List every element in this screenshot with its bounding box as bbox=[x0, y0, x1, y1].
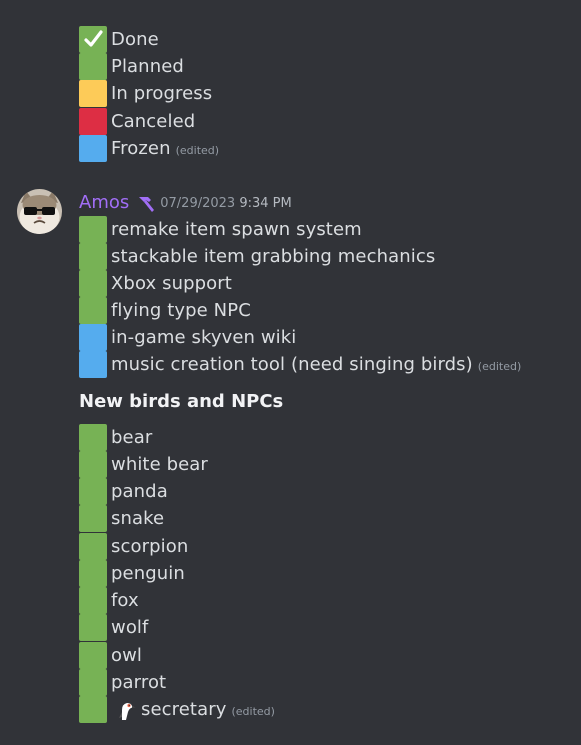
green-square-icon bbox=[79, 26, 107, 53]
green-square-icon bbox=[79, 478, 107, 505]
list-item-label: owl bbox=[111, 645, 143, 666]
blue-square-icon bbox=[79, 135, 107, 162]
avatar[interactable] bbox=[17, 189, 62, 234]
edited-tag: (edited) bbox=[231, 705, 275, 718]
username[interactable]: Amos bbox=[79, 192, 129, 213]
green-square-icon bbox=[79, 560, 107, 587]
list-item-label: panda bbox=[111, 481, 168, 502]
list-item: penguin bbox=[79, 560, 185, 587]
red-square-icon bbox=[79, 108, 107, 135]
green-square-icon bbox=[79, 642, 107, 669]
list-item: remake item spawn system bbox=[79, 216, 362, 243]
hammer-icon[interactable] bbox=[135, 194, 155, 212]
green-square-icon bbox=[79, 669, 107, 696]
list-item-label: white bear bbox=[111, 454, 208, 475]
edited-tag: (edited) bbox=[175, 144, 220, 157]
green-square-icon bbox=[79, 451, 107, 478]
timestamp-date: 07/29/2023 bbox=[160, 196, 236, 211]
timestamp-time: 9:34 PM bbox=[239, 196, 292, 211]
legend-item-frozen: Frozen (edited) bbox=[79, 135, 219, 162]
list-item: panda bbox=[79, 478, 168, 505]
list-item-label: penguin bbox=[111, 563, 185, 584]
legend-item-planned: Planned bbox=[79, 53, 184, 80]
green-square-icon bbox=[79, 587, 107, 614]
legend-label: Done bbox=[111, 29, 159, 50]
list-item: stackable item grabbing mechanics bbox=[79, 243, 435, 270]
list-item-label: stackable item grabbing mechanics bbox=[111, 246, 436, 267]
list-item: snake bbox=[79, 505, 164, 532]
list-item: owl bbox=[79, 642, 142, 669]
list-item-label: Xbox support bbox=[111, 273, 232, 294]
list-item-label: in-game skyven wiki bbox=[111, 327, 297, 348]
section-heading: New birds and NPCs bbox=[79, 391, 284, 412]
check-icon bbox=[84, 30, 103, 47]
legend-label: Canceled bbox=[111, 111, 196, 132]
list-item: bear bbox=[79, 424, 152, 451]
grumpy-cat-avatar-icon bbox=[17, 189, 62, 234]
green-square-icon bbox=[79, 533, 107, 560]
legend-item-done: Done bbox=[79, 26, 159, 53]
list-item: music creation tool (need singing birds)… bbox=[79, 351, 521, 378]
blue-square-icon bbox=[79, 351, 107, 378]
legend-item-canceled: Canceled bbox=[79, 108, 195, 135]
list-item: scorpion bbox=[79, 533, 188, 560]
green-square-icon bbox=[79, 53, 107, 80]
green-square-icon bbox=[79, 614, 107, 641]
list-item: flying type NPC bbox=[79, 297, 251, 324]
list-item-label: parrot bbox=[111, 672, 167, 693]
legend-label: In progress bbox=[111, 83, 213, 104]
list-item-label: remake item spawn system bbox=[111, 219, 362, 240]
legend-label: Planned bbox=[111, 56, 184, 77]
list-item: in-game skyven wiki bbox=[79, 324, 296, 351]
list-item: wolf bbox=[79, 614, 148, 641]
list-item-label: scorpion bbox=[111, 536, 189, 557]
list-item: fox bbox=[79, 587, 139, 614]
list-item: white bear bbox=[79, 451, 208, 478]
green-square-icon bbox=[79, 424, 107, 451]
list-item: Xbox support bbox=[79, 270, 232, 297]
list-item-label: fox bbox=[111, 590, 139, 611]
list-item-label: flying type NPC bbox=[111, 300, 251, 321]
list-item-label: wolf bbox=[111, 617, 149, 638]
green-square-icon bbox=[79, 696, 107, 723]
list-item: parrot bbox=[79, 669, 166, 696]
list-item-label: secretary bbox=[141, 699, 227, 720]
edited-tag: (edited) bbox=[477, 360, 522, 373]
secretary-bird-emoji-icon bbox=[119, 698, 136, 720]
timestamp[interactable]: 07/29/2023 9:34 PM bbox=[160, 196, 291, 211]
green-square-icon bbox=[79, 216, 107, 243]
list-item-label: bear bbox=[111, 427, 153, 448]
green-square-icon bbox=[79, 270, 107, 297]
green-square-icon bbox=[79, 505, 107, 532]
message-header: Amos 07/29/2023 9:34 PM bbox=[79, 190, 292, 214]
list-item: secretary (edited) bbox=[79, 696, 275, 723]
yellow-square-icon bbox=[79, 80, 107, 107]
green-square-icon bbox=[79, 297, 107, 324]
legend-item-in-progress: In progress bbox=[79, 80, 212, 107]
blue-square-icon bbox=[79, 324, 107, 351]
legend-label: Frozen bbox=[111, 138, 171, 159]
green-square-icon bbox=[79, 243, 107, 270]
list-item-label: snake bbox=[111, 508, 165, 529]
list-item-label: music creation tool (need singing birds) bbox=[111, 354, 473, 375]
